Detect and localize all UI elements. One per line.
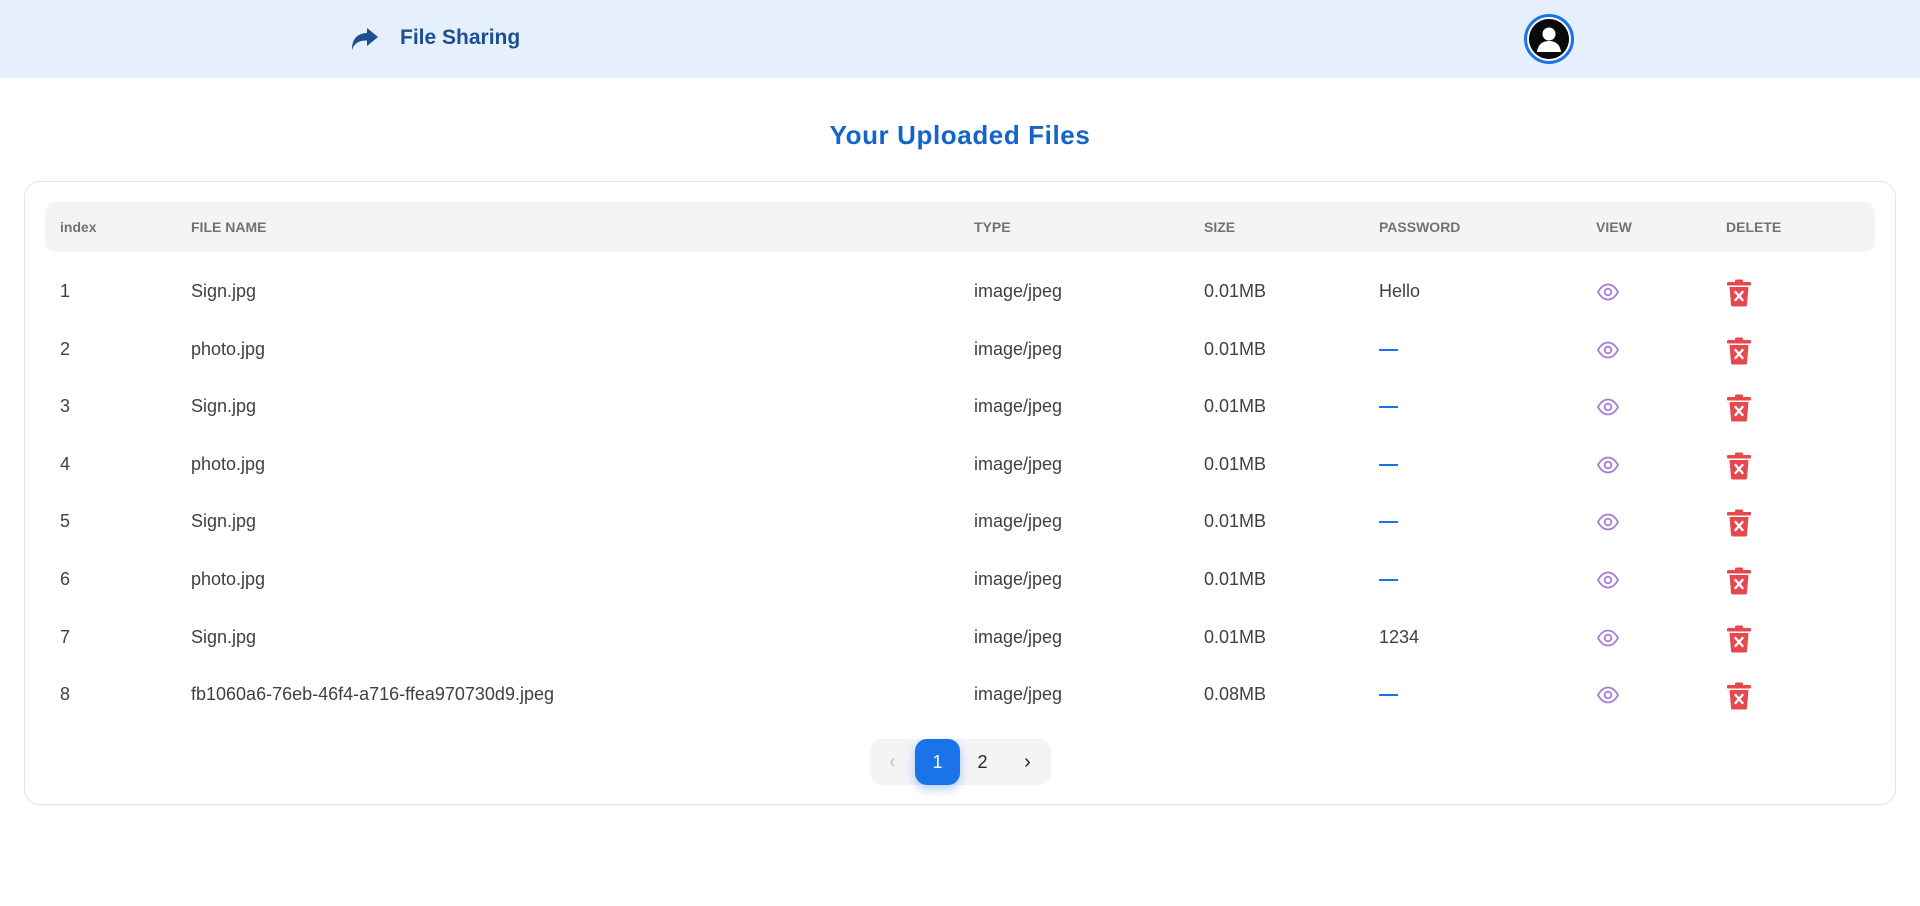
file-name: photo.jpg	[191, 569, 266, 589]
file-size: 0.08MB	[1204, 684, 1267, 705]
row-index: 2	[60, 338, 71, 359]
file-size: 0.01MB	[1204, 453, 1267, 474]
file-type: image/jpeg	[974, 281, 1063, 301]
column-header-file-name: FILE NAME	[191, 219, 267, 235]
empty-dash	[1379, 694, 1398, 697]
table-row: 3 Sign.jpg image/jpeg 0.01MB	[45, 378, 1875, 436]
table-row: 6 photo.jpg image/jpeg 0.01MB	[45, 551, 1875, 609]
file-size: 0.01MB	[1204, 281, 1267, 301]
empty-dash	[1379, 521, 1398, 524]
trash-icon[interactable]	[1726, 394, 1752, 422]
file-type: image/jpeg	[974, 453, 1063, 474]
trash-icon[interactable]	[1726, 625, 1752, 653]
file-name: Sign.jpg	[191, 281, 257, 301]
prev-page-button[interactable]: ‹	[870, 739, 915, 785]
file-type: image/jpeg	[974, 569, 1063, 589]
page-title: Your Uploaded Files	[829, 120, 1091, 150]
row-index: 4	[60, 453, 71, 474]
trash-icon[interactable]	[1726, 337, 1752, 365]
table-row: 8 fb1060a6-76eb-46f4-a716-ffea970730d9.jp…	[45, 666, 1875, 724]
file-name: Sign.jpg	[191, 396, 257, 417]
file-type: image/jpeg	[974, 338, 1063, 359]
eye-icon[interactable]	[1596, 453, 1620, 477]
file-type: image/jpeg	[974, 396, 1063, 417]
files-table-card: index FILE NAME TYPE SIZE PASSWORD VIEW …	[24, 181, 1896, 805]
column-header-index: index	[60, 219, 97, 235]
brand-name: File Sharing	[400, 26, 521, 49]
eye-icon[interactable]	[1596, 280, 1620, 304]
file-password: 1234	[1379, 626, 1420, 647]
table-row: 7 Sign.jpg image/jpeg 0.01MB 1234	[45, 609, 1875, 667]
row-index: 8	[60, 684, 71, 705]
eye-icon[interactable]	[1596, 510, 1620, 534]
eye-icon[interactable]	[1596, 395, 1620, 419]
column-header-delete: DELETE	[1726, 219, 1782, 235]
file-name: photo.jpg	[191, 338, 266, 359]
file-size: 0.01MB	[1204, 626, 1267, 647]
file-type: image/jpeg	[974, 626, 1063, 647]
table-header: index FILE NAME TYPE SIZE PASSWORD VIEW …	[45, 202, 1875, 252]
top-navbar: File Sharing	[0, 0, 1920, 78]
eye-icon[interactable]	[1596, 626, 1620, 650]
eye-icon[interactable]	[1596, 568, 1620, 592]
table-row: 4 photo.jpg image/jpeg 0.01MB	[45, 436, 1875, 494]
trash-icon[interactable]	[1726, 567, 1752, 595]
table-row: 2 photo.jpg image/jpeg 0.01MB	[45, 321, 1875, 379]
file-type: image/jpeg	[974, 684, 1063, 705]
empty-dash	[1379, 579, 1398, 581]
row-index: 1	[60, 281, 71, 301]
table-row: 5 Sign.jpg image/jpeg 0.01MB	[45, 493, 1875, 551]
share-arrow-icon	[352, 28, 378, 50]
file-size: 0.01MB	[1204, 338, 1267, 359]
row-index: 5	[60, 511, 71, 532]
file-name: fb1060a6-76eb-46f4-a716-ffea970730d9.jpe…	[191, 684, 554, 705]
column-header-size: SIZE	[1204, 219, 1236, 235]
file-size: 0.01MB	[1204, 569, 1267, 589]
empty-dash	[1379, 348, 1398, 351]
file-type: image/jpeg	[974, 511, 1063, 532]
trash-icon[interactable]	[1726, 509, 1752, 537]
page-2-button[interactable]: 2	[960, 739, 1005, 785]
row-index: 7	[60, 626, 71, 647]
row-index: 3	[60, 396, 71, 417]
user-avatar-button[interactable]	[1524, 14, 1574, 64]
trash-icon[interactable]	[1726, 279, 1752, 307]
file-name: Sign.jpg	[191, 511, 257, 532]
brand-link[interactable]: File Sharing	[348, 22, 520, 54]
file-size: 0.01MB	[1204, 511, 1267, 532]
trash-icon[interactable]	[1726, 682, 1752, 710]
page-1-button[interactable]: 1	[915, 739, 960, 785]
column-header-password: PASSWORD	[1379, 219, 1461, 235]
empty-dash	[1379, 463, 1398, 466]
pagination: ‹ 1 2 ›	[870, 739, 1051, 785]
trash-icon[interactable]	[1726, 452, 1752, 480]
user-avatar-icon	[1529, 19, 1569, 59]
file-password: Hello	[1379, 281, 1421, 301]
eye-icon[interactable]	[1596, 338, 1620, 362]
column-header-type: TYPE	[974, 219, 1011, 235]
empty-dash	[1379, 406, 1398, 409]
row-index: 6	[60, 569, 71, 589]
next-page-button[interactable]: ›	[1005, 739, 1050, 785]
eye-icon[interactable]	[1596, 683, 1620, 707]
column-header-view: VIEW	[1596, 219, 1632, 235]
file-name: photo.jpg	[191, 453, 266, 474]
table-row: 1 Sign.jpg image/jpeg 0.01MB Hello	[45, 263, 1875, 321]
file-size: 0.01MB	[1204, 396, 1267, 417]
file-name: Sign.jpg	[191, 626, 257, 647]
